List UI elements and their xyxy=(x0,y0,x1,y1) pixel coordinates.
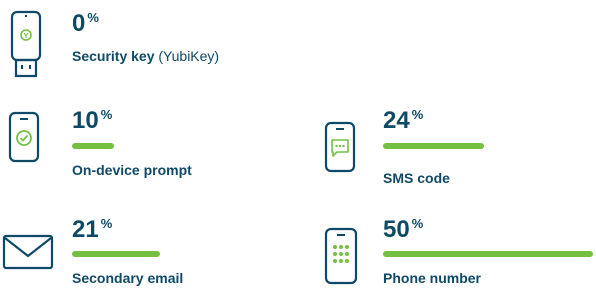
category-label: SMS code xyxy=(383,170,450,186)
usb-security-key-icon xyxy=(10,10,44,83)
value-label: 10% xyxy=(72,107,113,134)
bar xyxy=(383,251,593,257)
value-label: 0% xyxy=(72,10,99,37)
category-label: On-device prompt xyxy=(72,162,192,178)
category-label: Secondary email xyxy=(72,270,184,286)
envelope-icon xyxy=(2,234,54,275)
category-label: Phone number xyxy=(383,270,482,286)
bar xyxy=(72,143,114,149)
bar xyxy=(72,251,161,257)
value-label: 24% xyxy=(383,107,424,134)
value-label: 21% xyxy=(72,216,113,243)
bar xyxy=(383,143,484,149)
phone-message-icon xyxy=(324,121,356,178)
category-label: Security key (YubiKey) xyxy=(72,48,220,64)
value-label: 50% xyxy=(383,216,424,243)
phone-keypad-icon xyxy=(324,227,358,290)
phone-checkmark-icon xyxy=(8,111,40,168)
